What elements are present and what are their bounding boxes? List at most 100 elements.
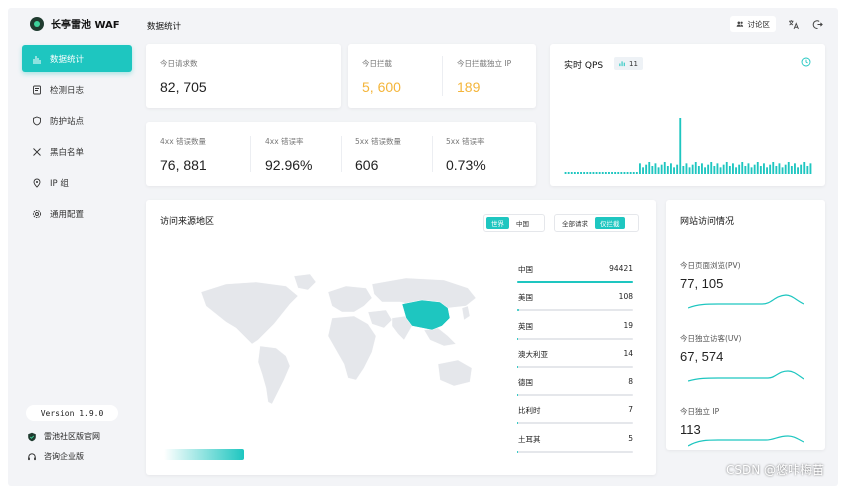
sidebar-item-label: 防护站点 (50, 116, 85, 127)
qps-bar (635, 172, 638, 174)
country-bar (517, 309, 633, 312)
sidebar-item-settings[interactable]: 通用配置 (22, 200, 132, 227)
qps-bar (583, 172, 586, 174)
translate-icon[interactable] (786, 17, 800, 31)
sidebar-item-logs[interactable]: 检测日志 (22, 76, 132, 103)
err4-rate-stat: 4xx 错误率 92.96% (265, 136, 312, 173)
qps-bar (651, 166, 654, 174)
qps-bar (790, 166, 793, 174)
qps-bar (759, 166, 762, 174)
country-value: 14 (623, 348, 633, 358)
uv-label: 今日独立访客(UV) (680, 334, 742, 343)
middle-east-region (367, 309, 393, 329)
country-ranking-list: 中国 94421 美国 108 英国 19 澳大利亚 14 德国 8 比利时 7 土耳其 5 (517, 260, 633, 458)
country-row: 德国 8 (517, 373, 633, 401)
bar-chart-icon (619, 61, 625, 67)
qps-bar (806, 166, 809, 174)
sidebar-item-label: 检测日志 (50, 85, 85, 96)
scope-tab-world[interactable]: 世界 (486, 217, 509, 229)
brand[interactable]: 长亭雷池 WAF (30, 16, 120, 31)
err5-count-value: 606 (355, 157, 379, 173)
pv-stat: 今日页面浏览(PV) 77, 105 (680, 260, 741, 291)
qps-bar (598, 172, 601, 174)
qps-bar (645, 164, 648, 174)
qps-bar (778, 163, 781, 174)
blocked-stat: 今日拦截 5, 600 (362, 58, 401, 95)
qps-bar (595, 172, 598, 174)
country-bar (517, 337, 633, 340)
sidebar-item-label: 数据统计 (50, 54, 85, 65)
world-map (200, 273, 477, 405)
qps-badge: 11 (614, 57, 643, 70)
requests-card: 今日请求数 82, 705 (146, 44, 341, 108)
err4-count-value: 76, 881 (160, 157, 207, 173)
country-bar (517, 422, 633, 425)
forum-button[interactable]: 讨论区 (729, 16, 776, 32)
country-value: 8 (628, 377, 633, 387)
qps-card: 实时 QPS 11 (550, 44, 825, 186)
sidebar: 长亭雷池 WAF 数据统计 检测日志 防护站点 黑白名单 IP 组 通用配置 V… (8, 8, 140, 486)
qps-bar (626, 172, 629, 174)
uv-stat: 今日独立访客(UV) 67, 574 (680, 333, 741, 364)
qps-bar (604, 172, 607, 174)
blocked-ip-label: 今日拦截独立 IP (457, 59, 512, 68)
ip-sparkline (688, 435, 804, 447)
qps-bar (725, 162, 728, 174)
country-bar (517, 450, 633, 453)
country-value: 19 (623, 320, 633, 330)
community-site-label: 雷池社区版官网 (44, 432, 100, 441)
qps-bar (691, 164, 694, 174)
tools-icon (32, 147, 42, 157)
qps-bar (697, 166, 700, 174)
country-value: 7 (628, 405, 633, 415)
qps-bar (728, 166, 731, 174)
qps-bar (577, 172, 579, 174)
requests-stat: 今日请求数 82, 705 (160, 58, 207, 95)
logout-icon[interactable] (810, 17, 824, 31)
qps-bar (639, 163, 641, 174)
blocked-value: 5, 600 (362, 79, 401, 95)
shield-check-icon (28, 432, 36, 441)
enterprise-label: 咨询企业版 (44, 452, 84, 461)
blocked-card: 今日拦截 5, 600 今日拦截独立 IP 189 (348, 44, 536, 108)
uv-sparkline (688, 370, 804, 382)
divider (250, 136, 251, 172)
err4-count-stat: 4xx 错误数量 76, 881 (160, 136, 207, 173)
err4-rate-value: 92.96% (265, 157, 313, 173)
clock-icon[interactable] (801, 57, 811, 67)
sidebar-item-label: IP 组 (50, 178, 69, 189)
brand-logo-icon (30, 16, 44, 31)
scope-toggle: 世界 中国 (483, 214, 545, 232)
qps-bar (657, 167, 660, 174)
australia-region (437, 359, 473, 387)
qps-bar (744, 166, 747, 174)
community-site-link[interactable]: 雷池社区版官网 (27, 431, 100, 442)
location-icon (32, 178, 42, 188)
version-badge: Version 1.9.0 (26, 405, 118, 421)
sidebar-item-blackwhite[interactable]: 黑白名单 (22, 138, 132, 165)
qps-bar (809, 163, 812, 174)
bar-chart-icon (32, 54, 42, 64)
filter-tab-all[interactable]: 全部请求 (557, 217, 593, 229)
brand-name: 长亭雷池 WAF (51, 20, 120, 31)
qps-bar (570, 172, 573, 174)
country-value: 5 (628, 433, 633, 443)
errors-card: 4xx 错误数量 76, 881 4xx 错误率 92.96% 5xx 错误数量… (146, 122, 536, 186)
qps-title: 实时 QPS (564, 61, 604, 71)
err5-rate-value: 0.73% (446, 157, 486, 173)
sidebar-item-sites[interactable]: 防护站点 (22, 107, 132, 134)
page-title: 数据统计 (147, 22, 182, 32)
country-bar-fill (517, 422, 518, 425)
qps-bar (620, 172, 623, 174)
qps-bar (775, 166, 778, 174)
sidebar-item-ipgroup[interactable]: IP 组 (22, 169, 132, 196)
qps-bar (800, 164, 803, 174)
filter-tab-blocked[interactable]: 仅拦截 (595, 217, 625, 229)
qps-bar (694, 162, 697, 174)
country-name: 中国 (518, 265, 533, 274)
sidebar-item-stats[interactable]: 数据统计 (22, 45, 132, 72)
scope-tab-china[interactable]: 中国 (511, 217, 534, 229)
country-name: 比利时 (518, 406, 541, 416)
enterprise-link[interactable]: 咨询企业版 (27, 451, 84, 462)
qps-bar (701, 163, 703, 174)
